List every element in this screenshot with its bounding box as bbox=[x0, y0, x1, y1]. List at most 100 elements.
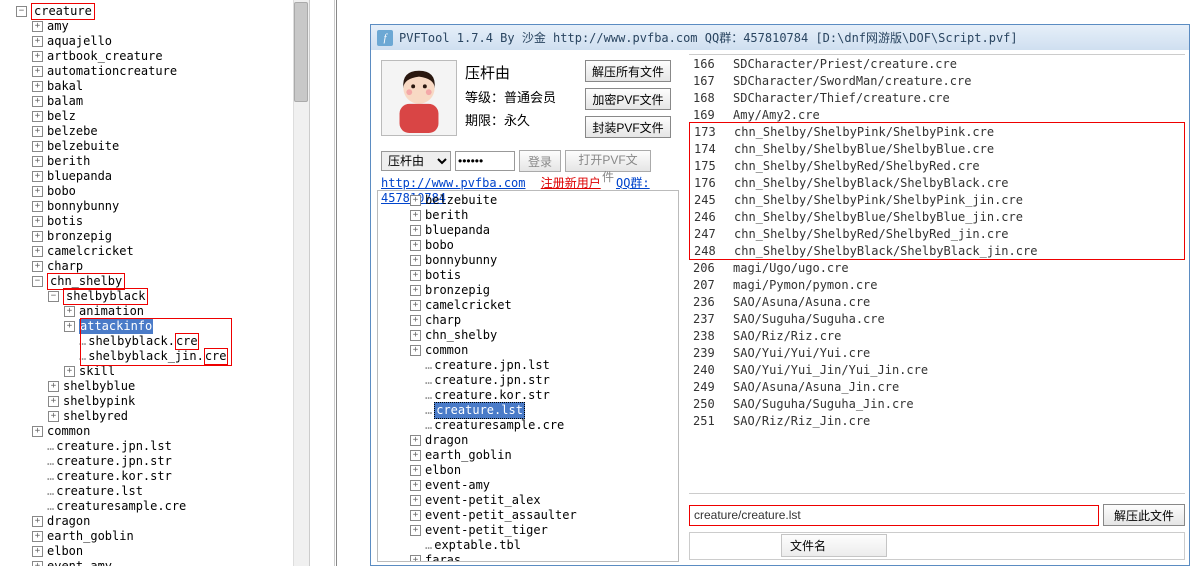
file-row[interactable]: 250SAO/Suguha/Suguha_Jin.cre bbox=[689, 395, 1185, 412]
file-row[interactable]: 240SAO/Yui/Yui_Jin/Yui_Jin.cre bbox=[689, 361, 1185, 378]
tree-item[interactable]: +berith bbox=[410, 208, 678, 223]
tree-item[interactable]: +bobo bbox=[32, 184, 309, 199]
tree-item[interactable]: +charp bbox=[32, 259, 309, 274]
tree-attackinfo[interactable]: +attackinfo bbox=[64, 319, 309, 334]
tree-item[interactable]: +bakal bbox=[32, 79, 309, 94]
password-input[interactable] bbox=[455, 151, 515, 171]
scrollbar[interactable] bbox=[293, 0, 309, 566]
tree-shelbyblack-cre[interactable]: …shelbyblack.cre bbox=[64, 334, 309, 349]
tree-item[interactable]: …creaturesample.cre bbox=[410, 418, 678, 433]
file-row[interactable]: 169Amy/Amy2.cre bbox=[689, 106, 1185, 123]
open-pvf-button[interactable]: 打开PVF文件 bbox=[565, 150, 651, 172]
tree-skill[interactable]: +skill bbox=[64, 364, 309, 379]
tree-item[interactable]: +earth_goblin bbox=[32, 529, 309, 544]
tree-item[interactable]: +dragon bbox=[32, 514, 309, 529]
tree-item[interactable]: …creature.jpn.lst bbox=[32, 439, 309, 454]
tree-shelbyblack-jin-cre[interactable]: …shelbyblack_jin.cre bbox=[64, 349, 309, 364]
tree-item[interactable]: …creature.lst bbox=[32, 484, 309, 499]
tree-item[interactable]: +chn_shelby bbox=[410, 328, 678, 343]
tree-item[interactable]: +bronzepig bbox=[32, 229, 309, 244]
tree-item[interactable]: +belz bbox=[32, 109, 309, 124]
encrypt-button[interactable]: 加密PVF文件 bbox=[585, 88, 671, 110]
tree-item[interactable]: +event-petit_assaulter bbox=[410, 508, 678, 523]
tree-item[interactable]: +elbon bbox=[410, 463, 678, 478]
file-row[interactable]: 238SAO/Riz/Riz.cre bbox=[689, 327, 1185, 344]
pack-button[interactable]: 封装PVF文件 bbox=[585, 116, 671, 138]
tree-item[interactable]: +charp bbox=[410, 313, 678, 328]
login-button[interactable]: 登录 bbox=[519, 150, 561, 172]
file-row[interactable]: 174chn_Shelby/ShelbyBlue/ShelbyBlue.cre bbox=[690, 140, 1184, 157]
file-row[interactable]: 237SAO/Suguha/Suguha.cre bbox=[689, 310, 1185, 327]
file-row[interactable]: 167SDCharacter/SwordMan/creature.cre bbox=[689, 72, 1185, 89]
file-row[interactable]: 246chn_Shelby/ShelbyBlue/ShelbyBlue_jin.… bbox=[690, 208, 1184, 225]
tree-item[interactable]: +bluepanda bbox=[32, 169, 309, 184]
tree-item[interactable]: +bonnybunny bbox=[410, 253, 678, 268]
tree-item[interactable]: +belzebuite bbox=[32, 139, 309, 154]
tree-item[interactable]: +shelbyblue bbox=[48, 379, 309, 394]
tree-item[interactable]: +artbook_creature bbox=[32, 49, 309, 64]
file-row[interactable]: 207magi/Pymon/pymon.cre bbox=[689, 276, 1185, 293]
tree-root[interactable]: −creature bbox=[16, 4, 309, 19]
file-row[interactable]: 166SDCharacter/Priest/creature.cre bbox=[689, 55, 1185, 72]
path-input[interactable] bbox=[689, 505, 1099, 526]
tree-item[interactable]: +aquajello bbox=[32, 34, 309, 49]
tree-item[interactable]: …creature.kor.str bbox=[410, 388, 678, 403]
tree-item[interactable]: …creature.kor.str bbox=[32, 469, 309, 484]
tree-item[interactable]: +event-amy bbox=[410, 478, 678, 493]
tree-item[interactable]: …creature.jpn.str bbox=[410, 373, 678, 388]
tree-item[interactable]: +shelbyred bbox=[48, 409, 309, 424]
window-titlebar[interactable]: f PVFTool 1.7.4 By 沙金 http://www.pvfba.c… bbox=[370, 24, 1190, 51]
tree-item[interactable]: +bronzepig bbox=[410, 283, 678, 298]
file-row[interactable]: 248chn_Shelby/ShelbyBlack/ShelbyBlack_ji… bbox=[690, 242, 1184, 259]
tree-item[interactable]: …creature.jpn.str bbox=[32, 454, 309, 469]
tree-item[interactable]: +event-petit_alex bbox=[410, 493, 678, 508]
scrollbar-thumb[interactable] bbox=[294, 2, 308, 102]
extract-this-button[interactable]: 解压此文件 bbox=[1103, 504, 1185, 526]
tree-item[interactable]: +elbon bbox=[32, 544, 309, 559]
file-row[interactable]: 173chn_Shelby/ShelbyPink/ShelbyPink.cre bbox=[690, 123, 1184, 140]
tree-item[interactable]: +bobo bbox=[410, 238, 678, 253]
tree-animation[interactable]: +animation bbox=[64, 304, 309, 319]
file-row[interactable]: 245chn_Shelby/ShelbyPink/ShelbyPink_jin.… bbox=[690, 191, 1184, 208]
tree-item[interactable]: +botis bbox=[32, 214, 309, 229]
middle-tree[interactable]: +belzebuite+berith+bluepanda+bobo+bonnyb… bbox=[377, 190, 679, 562]
tree-item[interactable]: +belzebuite bbox=[410, 193, 678, 208]
tree-item[interactable]: …exptable.tbl bbox=[410, 538, 678, 553]
tree-item[interactable]: …creaturesample.cre bbox=[32, 499, 309, 514]
tree-item[interactable]: +automationcreature bbox=[32, 64, 309, 79]
file-row[interactable]: 168SDCharacter/Thief/creature.cre bbox=[689, 89, 1185, 106]
tree-item[interactable]: +faras bbox=[410, 553, 678, 562]
tree-item[interactable]: +balam bbox=[32, 94, 309, 109]
tree-item[interactable]: +event-amy bbox=[32, 559, 309, 566]
extract-all-button[interactable]: 解压所有文件 bbox=[585, 60, 671, 82]
file-row[interactable]: 239SAO/Yui/Yui/Yui.cre bbox=[689, 344, 1185, 361]
file-list[interactable]: 166SDCharacter/Priest/creature.cre167SDC… bbox=[689, 54, 1185, 494]
tree-item[interactable]: +event-petit_tiger bbox=[410, 523, 678, 538]
file-row[interactable]: 236SAO/Asuna/Asuna.cre bbox=[689, 293, 1185, 310]
tree-item[interactable]: …creature.jpn.lst bbox=[410, 358, 678, 373]
tree-item[interactable]: +dragon bbox=[410, 433, 678, 448]
tree-shelbyblack[interactable]: −shelbyblack bbox=[48, 289, 309, 304]
tree-item[interactable]: +common bbox=[32, 424, 309, 439]
tree-item[interactable]: …creature.lst bbox=[410, 403, 678, 418]
user-select[interactable]: 压杆由 bbox=[381, 151, 451, 171]
tree-item[interactable]: +bluepanda bbox=[410, 223, 678, 238]
file-row[interactable]: 176chn_Shelby/ShelbyBlack/ShelbyBlack.cr… bbox=[690, 174, 1184, 191]
file-row[interactable]: 249SAO/Asuna/Asuna_Jin.cre bbox=[689, 378, 1185, 395]
tree-item[interactable]: +shelbypink bbox=[48, 394, 309, 409]
register-link[interactable]: 注册新用户 bbox=[541, 176, 601, 190]
tree-item[interactable]: +belzebe bbox=[32, 124, 309, 139]
file-row[interactable]: 247chn_Shelby/ShelbyRed/ShelbyRed_jin.cr… bbox=[690, 225, 1184, 242]
tree-item[interactable]: +amy bbox=[32, 19, 309, 34]
tree-item[interactable]: +common bbox=[410, 343, 678, 358]
tree-item[interactable]: +earth_goblin bbox=[410, 448, 678, 463]
tree-item[interactable]: +berith bbox=[32, 154, 309, 169]
file-row[interactable]: 251SAO/Riz/Riz_Jin.cre bbox=[689, 412, 1185, 429]
tree-item[interactable]: +bonnybunny bbox=[32, 199, 309, 214]
tree-item[interactable]: +camelcricket bbox=[32, 244, 309, 259]
tree-chn-shelby[interactable]: −chn_shelby bbox=[32, 274, 309, 289]
homepage-link[interactable]: http://www.pvfba.com bbox=[381, 176, 526, 190]
tree-item[interactable]: +camelcricket bbox=[410, 298, 678, 313]
file-row[interactable]: 175chn_Shelby/ShelbyRed/ShelbyRed.cre bbox=[690, 157, 1184, 174]
tree-item[interactable]: +botis bbox=[410, 268, 678, 283]
